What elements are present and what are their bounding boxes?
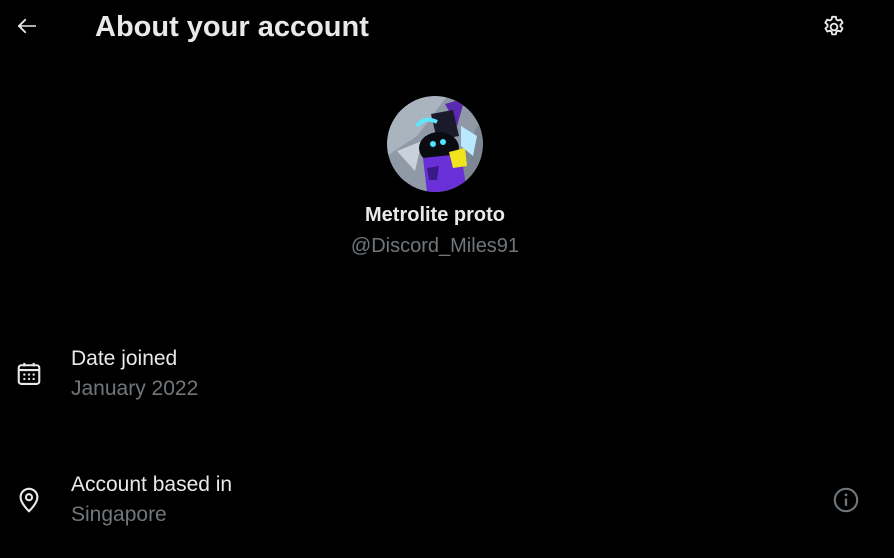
account-location-info-button[interactable] xyxy=(830,484,862,516)
account-location-label: Account based in xyxy=(71,473,233,496)
profile-summary: Metrolite proto @Discord_Miles91 xyxy=(0,96,870,259)
account-location-row: Account based in Singapore xyxy=(0,466,894,526)
about-account-page: About your account Metrolite proto @Disc… xyxy=(0,0,894,558)
date-joined-value: January 2022 xyxy=(71,377,199,400)
avatar-image xyxy=(387,96,483,192)
header: About your account xyxy=(0,0,894,53)
user-handle: @Discord_Miles91 xyxy=(350,235,520,257)
avatar[interactable] xyxy=(387,96,483,192)
display-name: Metrolite proto xyxy=(365,204,505,226)
page-title: About your account xyxy=(95,11,369,43)
arrow-left-icon xyxy=(17,18,36,34)
back-button[interactable] xyxy=(8,7,46,45)
calendar-icon xyxy=(14,359,44,389)
account-location-value: Singapore xyxy=(71,503,167,526)
date-joined-label: Date joined xyxy=(71,347,178,370)
gear-icon xyxy=(824,15,844,36)
settings-button[interactable] xyxy=(814,7,854,47)
date-joined-row: Date joined January 2022 xyxy=(0,340,894,400)
info-circle-icon xyxy=(833,487,859,513)
location-pin-icon xyxy=(14,485,44,515)
